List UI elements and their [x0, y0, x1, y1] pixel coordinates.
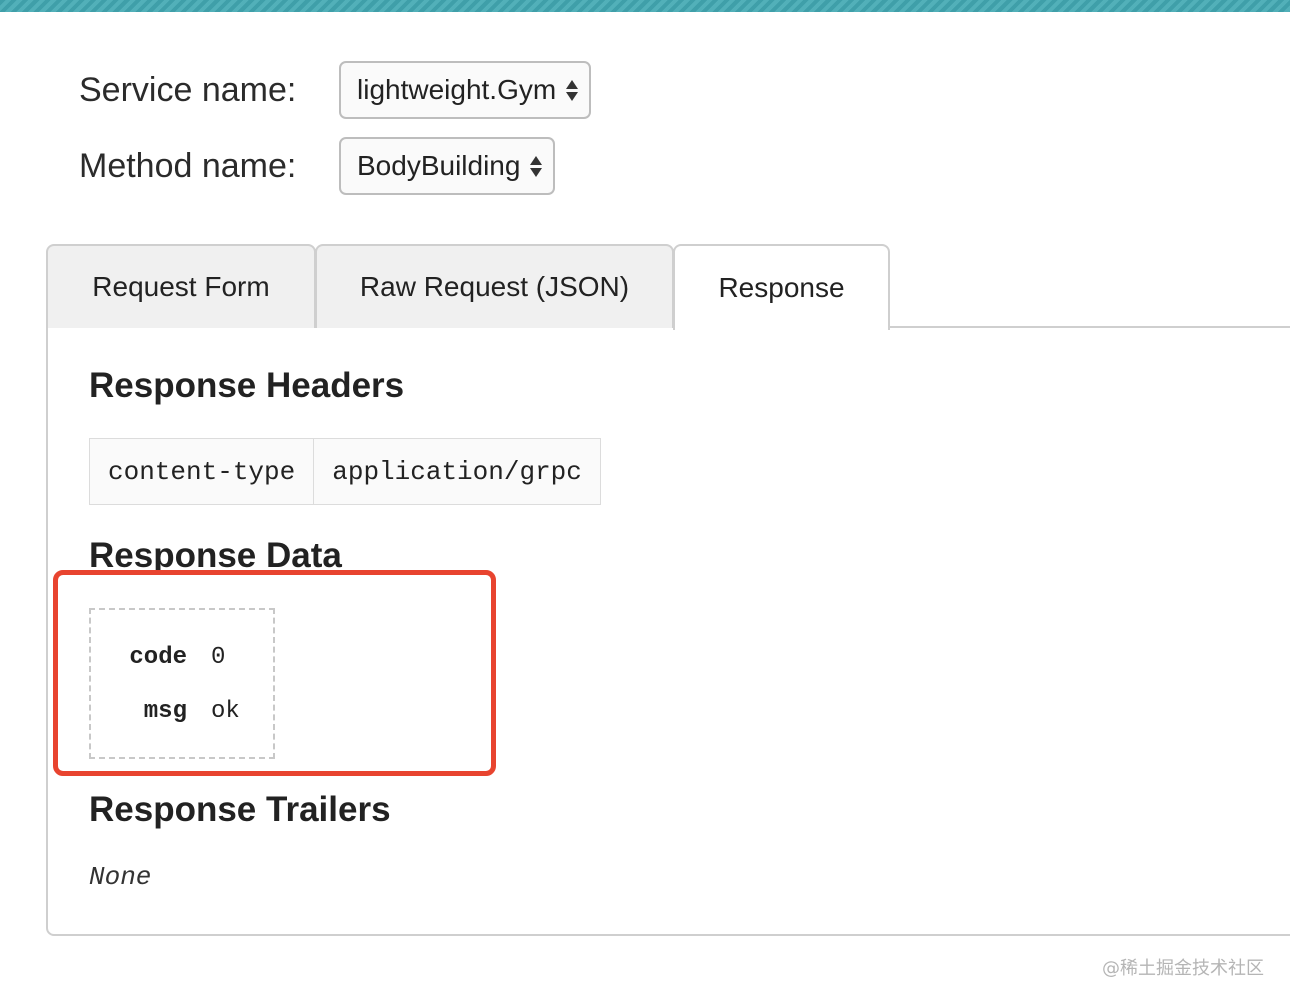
- response-data-title: Response Data: [89, 536, 342, 575]
- response-headers-title: Response Headers: [89, 366, 405, 405]
- data-value-code: 0: [211, 644, 226, 671]
- sort-icon: [530, 155, 543, 177]
- tab-response[interactable]: Response: [673, 244, 890, 330]
- data-key-code: code: [129, 644, 187, 671]
- watermark-text: @稀土掘金技术社区: [1102, 958, 1264, 979]
- response-headers-table: content-type application/grpc: [88, 438, 601, 505]
- table-row: content-type application/grpc: [88, 438, 601, 505]
- response-data-box: code 0 msg ok: [89, 608, 275, 759]
- trailers-none-text: None: [89, 862, 152, 892]
- method-name-value: BodyBuilding: [357, 150, 521, 181]
- service-name-select[interactable]: lightweight.Gym: [339, 61, 591, 119]
- sort-icon: [566, 79, 579, 101]
- service-name-label: Service name:: [79, 71, 297, 109]
- tab-raw-request-json[interactable]: Raw Request (JSON): [315, 244, 674, 328]
- method-name-select[interactable]: BodyBuilding: [339, 137, 555, 195]
- response-trailers-title: Response Trailers: [89, 790, 391, 829]
- service-name-value: lightweight.Gym: [357, 74, 557, 105]
- header-value-cell: application/grpc: [313, 438, 601, 505]
- data-value-msg: ok: [211, 698, 240, 725]
- tab-request-form[interactable]: Request Form: [46, 244, 316, 328]
- top-stripe-bar: [0, 0, 1290, 12]
- header-key-cell: content-type: [88, 438, 315, 505]
- data-key-msg: msg: [143, 698, 187, 725]
- method-name-label: Method name:: [79, 147, 297, 185]
